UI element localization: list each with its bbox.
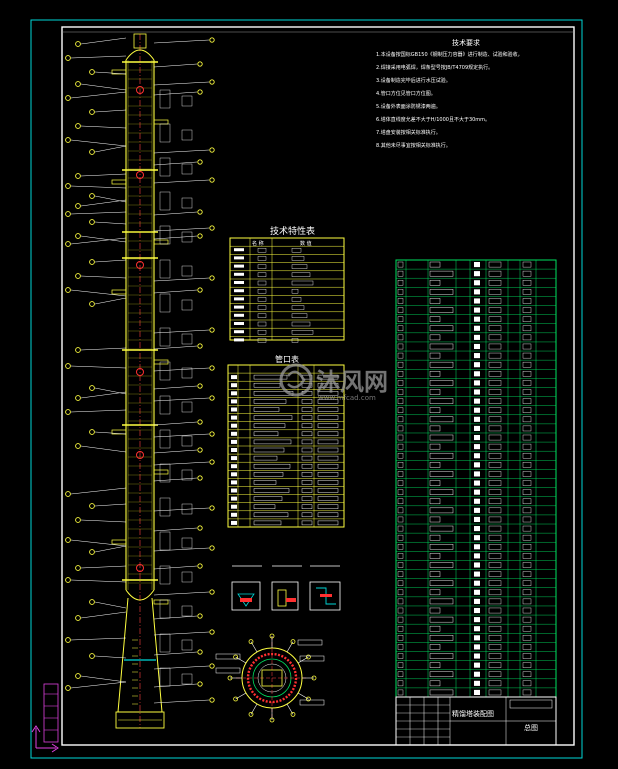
title-block-name: 精馏塔装配图 — [452, 709, 494, 718]
tech-table-header-name: 名 称 — [252, 240, 264, 247]
note-line: 5.设备外表面涂防锈漆两遍。 — [376, 103, 441, 110]
technical-notes: 技术要求 1.本设备按国标GB150《钢制压力容器》进行制造、试验和验收， 2.焊… — [376, 38, 523, 149]
title-block: 精馏塔装配图 总图 — [395, 696, 557, 746]
mufeng-logo-icon — [279, 363, 313, 397]
note-line: 6.塔体直线度允差不大于H/1000且不大于30mm。 — [376, 116, 490, 123]
watermark: 沐风网 www.mfcad.com — [279, 363, 388, 402]
revision-strip — [43, 683, 59, 743]
note-line: 7.塔盘安装按相关标准执行。 — [376, 129, 441, 136]
distillation-column — [111, 33, 193, 729]
tech-spec-table: 技术特性表 名 称 数 值 — [229, 225, 345, 343]
note-line: 2.焊接采用电弧焊，焊条型号按JB/T4709规定执行。 — [376, 64, 493, 71]
cad-drawing-canvas: 技术特性表 名 称 数 值 管口表 技术要求 1.本设备按国标GB150《钢制压… — [30, 19, 583, 759]
note-line: 1.本设备按国标GB150《钢制压力容器》进行制造、试验和验收， — [376, 51, 523, 58]
parts-list-table — [395, 259, 557, 698]
note-line: 8.其他未尽事宜按相关标准执行。 — [376, 142, 451, 149]
watermark-url: www.mfcad.com — [318, 394, 376, 402]
note-line: 4.管口方位见管口方位图。 — [376, 90, 436, 97]
watermark-text: 沐风网 — [316, 368, 388, 396]
nozzle-orientation-plan — [215, 633, 325, 723]
notes-title: 技术要求 — [452, 38, 480, 47]
tech-table-header-value: 数 值 — [300, 240, 312, 247]
title-block-sheet: 总图 — [524, 723, 538, 732]
note-line: 3.设备制造完毕后进行水压试验。 — [376, 77, 451, 84]
detail-views — [231, 565, 341, 611]
tech-table-title: 技术特性表 — [270, 225, 315, 237]
nozzle-table-title: 管口表 — [275, 354, 299, 364]
